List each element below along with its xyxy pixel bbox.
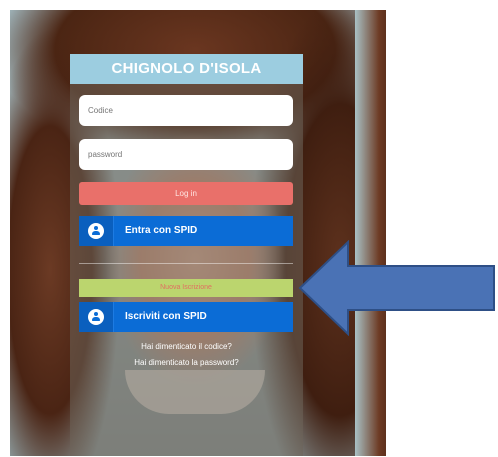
forgot-password-link[interactable]: Hai dimenticato la password? xyxy=(70,357,303,368)
forgot-code-link[interactable]: Hai dimenticato il codice? xyxy=(70,341,303,352)
user-circle-icon xyxy=(88,309,104,325)
annotation-arrow xyxy=(298,240,495,336)
spid-icon-box xyxy=(79,302,114,332)
background-photo-hair xyxy=(355,10,386,456)
divider xyxy=(79,263,293,264)
login-button[interactable]: Log in xyxy=(79,182,293,205)
user-circle-icon xyxy=(88,223,104,239)
code-input[interactable] xyxy=(79,95,293,126)
password-input[interactable] xyxy=(79,139,293,170)
screen: CHIGNOLO D'ISOLA Log in Entra con SPID N… xyxy=(0,0,498,457)
left-arrow-icon xyxy=(298,240,495,336)
spid-register-label: Iscriviti con SPID xyxy=(125,311,207,322)
spid-icon-box xyxy=(79,216,114,246)
spid-login-button[interactable]: Entra con SPID xyxy=(79,216,293,246)
spid-register-button[interactable]: Iscriviti con SPID xyxy=(79,302,293,332)
register-button[interactable]: Nuova Iscrizione xyxy=(79,279,293,297)
spid-login-label: Entra con SPID xyxy=(125,225,198,236)
login-panel: CHIGNOLO D'ISOLA Log in Entra con SPID N… xyxy=(70,54,303,456)
panel-title: CHIGNOLO D'ISOLA xyxy=(70,54,303,84)
